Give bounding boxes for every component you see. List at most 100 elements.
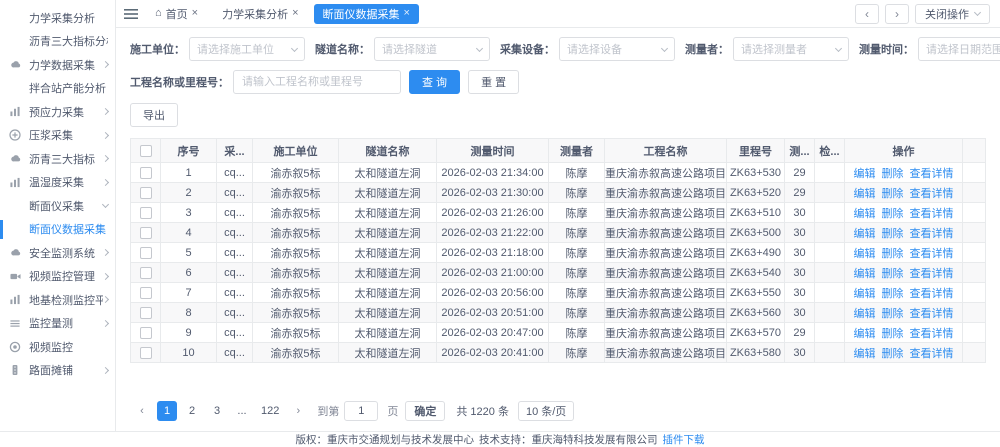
filter-row-1: 施工单位： 请选择施工单位 隧道名称： 请选择隧道 采集设备： 请选择设备 测量… — [130, 37, 986, 61]
row-checkbox[interactable] — [140, 287, 152, 299]
close-operations-dropdown[interactable]: 关闭操作 — [915, 4, 990, 24]
filter-date-range-input[interactable]: 请选择日期范围 — [918, 37, 1000, 61]
sidebar-item[interactable]: 沥青三大指标分析 — [0, 30, 115, 54]
tab[interactable]: 力学采集分析 × — [213, 4, 307, 24]
sidebar-item[interactable]: 压浆采集 — [0, 124, 115, 148]
cell-project: 重庆渝赤叙高速公路项目 — [605, 263, 727, 282]
sidebar-item[interactable]: 视频监控管理 — [0, 265, 115, 289]
tab-scroll-left-button[interactable]: ‹ — [855, 4, 879, 24]
delete-link[interactable]: 删除 — [882, 305, 904, 321]
view-detail-link[interactable]: 查看详情 — [910, 305, 954, 321]
delete-link[interactable]: 删除 — [882, 225, 904, 241]
view-detail-link[interactable]: 查看详情 — [910, 345, 954, 361]
sidebar-item[interactable]: 力学数据采集 — [0, 53, 115, 77]
filter-select[interactable]: 请选择施工单位 — [189, 37, 305, 61]
edit-link[interactable]: 编辑 — [854, 165, 876, 181]
edit-link[interactable]: 编辑 — [854, 305, 876, 321]
sidebar-item[interactable]: 预应力采集 — [0, 100, 115, 124]
sidebar-item[interactable]: 拌合站产能分析 — [0, 77, 115, 101]
delete-link[interactable]: 删除 — [882, 345, 904, 361]
row-checkbox[interactable] — [140, 247, 152, 259]
view-detail-link[interactable]: 查看详情 — [910, 205, 954, 221]
row-checkbox[interactable] — [140, 267, 152, 279]
page-button[interactable]: 122 — [257, 401, 283, 421]
plugin-download-link[interactable]: 插件下载 — [663, 432, 705, 447]
edit-link[interactable]: 编辑 — [854, 265, 876, 281]
sidebar-item[interactable]: 路面摊铺 — [0, 359, 115, 383]
delete-link[interactable]: 删除 — [882, 205, 904, 221]
row-checkbox[interactable] — [140, 327, 152, 339]
row-checkbox[interactable] — [140, 347, 152, 359]
edit-link[interactable]: 编辑 — [854, 345, 876, 361]
view-detail-link[interactable]: 查看详情 — [910, 285, 954, 301]
reset-button[interactable]: 重 置 — [468, 70, 519, 94]
sidebar-item[interactable]: 温湿度采集 — [0, 171, 115, 195]
jump-confirm-button[interactable]: 确定 — [405, 401, 445, 421]
view-detail-link[interactable]: 查看详情 — [910, 185, 954, 201]
close-icon[interactable]: × — [404, 8, 410, 19]
sidebar-item[interactable]: 地基检测监控平台 — [0, 288, 115, 312]
cell-count: 30 — [785, 243, 815, 262]
view-detail-link[interactable]: 查看详情 — [910, 245, 954, 261]
chevron-right-icon — [102, 132, 109, 139]
row-checkbox[interactable] — [140, 207, 152, 219]
cell-count: 29 — [785, 323, 815, 342]
search-button[interactable]: 查 询 — [409, 70, 460, 94]
filter-select[interactable]: 请选择测量者 — [733, 37, 849, 61]
row-checkbox[interactable] — [140, 187, 152, 199]
view-detail-link[interactable]: 查看详情 — [910, 325, 954, 341]
select-all-checkbox[interactable] — [140, 145, 152, 157]
delete-link[interactable]: 删除 — [882, 165, 904, 181]
filter-select[interactable]: 请选择设备 — [559, 37, 675, 61]
row-checkbox[interactable] — [140, 167, 152, 179]
prev-page-button[interactable]: ‹ — [132, 401, 152, 421]
page-size-select[interactable]: 10 条/页 — [518, 401, 574, 421]
delete-link[interactable]: 删除 — [882, 265, 904, 281]
cell-unit: 渝赤叙5标 — [253, 343, 339, 362]
cell-measurer: 陈摩 — [549, 223, 605, 242]
row-checkbox[interactable] — [140, 227, 152, 239]
next-page-button[interactable]: › — [288, 401, 308, 421]
page-button[interactable]: 1 — [157, 401, 177, 421]
filter-label: 隧道名称： — [315, 41, 370, 57]
sidebar-item[interactable]: 断面仪数据采集 — [0, 218, 115, 242]
filter-select[interactable]: 请选择隧道 — [374, 37, 490, 61]
sidebar-item[interactable]: 沥青三大指标 — [0, 147, 115, 171]
edit-link[interactable]: 编辑 — [854, 245, 876, 261]
edit-link[interactable]: 编辑 — [854, 205, 876, 221]
sidebar-item[interactable]: 视频监控 — [0, 335, 115, 359]
delete-link[interactable]: 删除 — [882, 325, 904, 341]
view-detail-link[interactable]: 查看详情 — [910, 165, 954, 181]
close-icon[interactable]: × — [292, 8, 298, 19]
sidebar-item[interactable]: 断面仪采集 — [0, 194, 115, 218]
close-icon[interactable]: × — [192, 8, 198, 19]
spacer-cell — [963, 223, 985, 242]
edit-link[interactable]: 编辑 — [854, 225, 876, 241]
view-detail-link[interactable]: 查看详情 — [910, 265, 954, 281]
column-header: 里程号 — [727, 139, 785, 162]
edit-link[interactable]: 编辑 — [854, 325, 876, 341]
sidebar-item[interactable]: 安全监测系统 — [0, 241, 115, 265]
collapse-menu-icon[interactable] — [124, 8, 138, 20]
tab-scroll-right-button[interactable]: › — [885, 4, 909, 24]
sidebar-item-label: 温湿度采集 — [29, 174, 103, 190]
bar-chart-icon — [9, 106, 24, 118]
tab[interactable]: ⌂ 首页 × — [146, 4, 207, 24]
delete-link[interactable]: 删除 — [882, 245, 904, 261]
row-select-cell — [131, 323, 161, 342]
edit-link[interactable]: 编辑 — [854, 285, 876, 301]
view-detail-link[interactable]: 查看详情 — [910, 225, 954, 241]
row-checkbox[interactable] — [140, 307, 152, 319]
tab[interactable]: 断面仪数据采集 × — [314, 4, 419, 24]
page-button[interactable]: 3 — [207, 401, 227, 421]
delete-link[interactable]: 删除 — [882, 285, 904, 301]
sidebar-item[interactable]: 力学采集分析 — [0, 6, 115, 30]
delete-link[interactable]: 删除 — [882, 185, 904, 201]
sidebar-item[interactable]: 监控量测 — [0, 312, 115, 336]
keyword-input[interactable] — [233, 70, 401, 94]
export-button[interactable]: 导出 — [130, 103, 178, 127]
page-button[interactable]: 2 — [182, 401, 202, 421]
jump-page-input[interactable] — [344, 401, 378, 421]
edit-link[interactable]: 编辑 — [854, 185, 876, 201]
cell-device: cq... — [217, 243, 253, 262]
